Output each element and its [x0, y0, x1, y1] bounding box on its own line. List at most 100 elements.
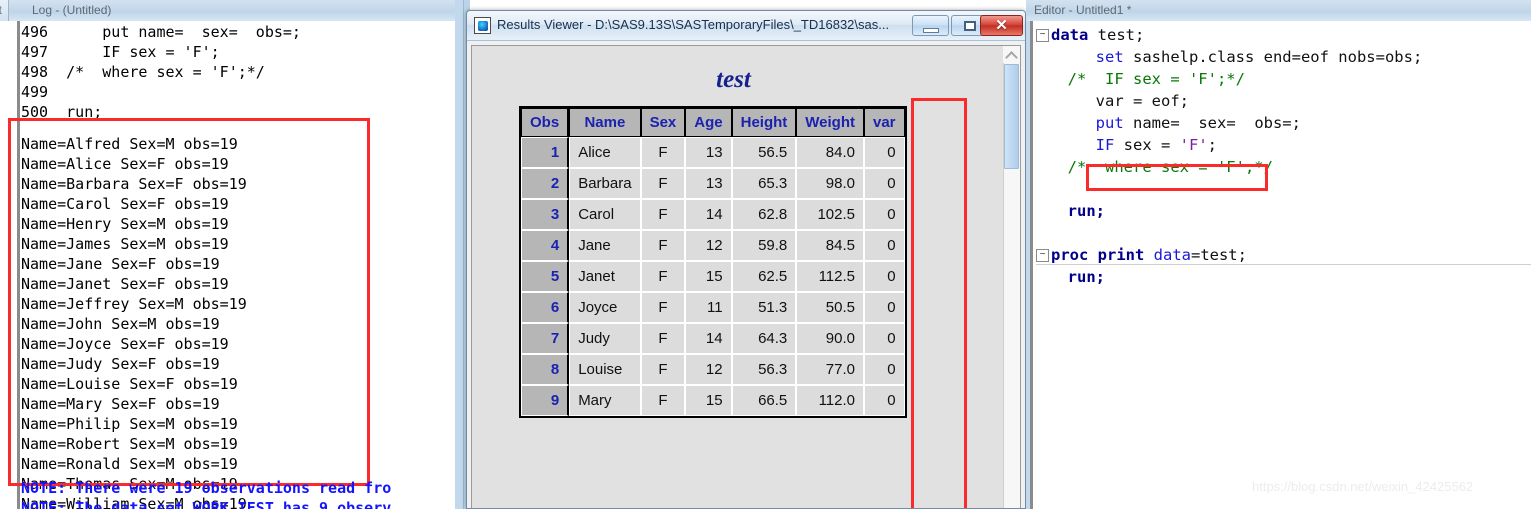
table-header-row: Obs Name Sex Age Height Weight var — [521, 108, 905, 137]
table-cell-height: 51.3 — [731, 292, 797, 323]
table-cell-age: 11 — [685, 292, 732, 323]
tab-editor-untitled1[interactable]: Editor - Untitled1 * — [1034, 3, 1131, 17]
editor-code-area[interactable]: − data test; set sashelp.class end=eof no… — [1036, 24, 1531, 509]
editor-code-line: run; — [1036, 200, 1531, 222]
results-table: Obs Name Sex Age Height Weight var 1 Alice F 13 56… — [519, 106, 907, 418]
results-viewer-title: Results Viewer - D:\SAS9.13S\SASTemporar… — [497, 17, 890, 32]
code-fold-toggle-icon[interactable]: − — [1036, 249, 1049, 262]
table-cell-weight: 112.5 — [796, 261, 864, 292]
table-cell-age: 14 — [685, 323, 732, 354]
table-cell-sex: F — [640, 230, 686, 261]
table-row: 2 Barbara F 13 65.3 98.0 0 — [521, 168, 905, 199]
table-cell-sex: F — [640, 323, 686, 354]
table-cell-obs: 1 — [521, 137, 570, 168]
editor-tab-strip: Editor - Untitled1 * — [1026, 0, 1531, 21]
table-row: 9 Mary F 15 66.5 112.0 0 — [521, 385, 905, 416]
table-cell-sex: F — [640, 354, 686, 385]
table-cell-var: 0 — [864, 168, 905, 199]
code-token: data — [1051, 26, 1089, 44]
table-row: 4 Jane F 12 59.8 84.5 0 — [521, 230, 905, 261]
table-cell-height: 56.5 — [731, 137, 797, 168]
table-cell-sex: F — [640, 292, 686, 323]
code-token: name= sex= obs=; — [1123, 114, 1301, 132]
application-icon — [474, 17, 491, 34]
code-token: proc print — [1051, 246, 1154, 264]
table-cell-name: Janet — [569, 261, 641, 292]
results-viewer-titlebar[interactable]: Results Viewer - D:\SAS9.13S\SASTemporar… — [467, 11, 1025, 41]
editor-code-line — [1036, 178, 1531, 200]
table-cell-name: Barbara — [569, 168, 641, 199]
vertical-scrollbar[interactable] — [1003, 46, 1020, 508]
table-cell-name: Louise — [569, 354, 641, 385]
close-icon: ✕ — [995, 17, 1008, 34]
table-cell-height: 59.8 — [731, 230, 797, 261]
table-cell-name: Joyce — [569, 292, 641, 323]
column-header-height: Height — [731, 108, 797, 137]
scrollbar-thumb[interactable] — [1004, 64, 1019, 169]
table-cell-name: Jane — [569, 230, 641, 261]
minimize-button[interactable] — [912, 15, 949, 36]
code-token: /* where sex = 'F';*/ — [1049, 158, 1273, 176]
table-cell-weight: 50.5 — [796, 292, 864, 323]
table-cell-weight: 84.0 — [796, 137, 864, 168]
column-header-name: Name — [569, 108, 641, 137]
editor-code-line: − proc print data=test; — [1036, 244, 1531, 266]
code-token: set — [1095, 48, 1124, 66]
table-cell-name: Judy — [569, 323, 641, 354]
table-cell-obs: 7 — [521, 323, 570, 354]
table-cell-age: 12 — [685, 230, 732, 261]
table-cell-name: Mary — [569, 385, 641, 416]
code-token: run; — [1067, 268, 1105, 286]
scroll-up-arrow-icon[interactable] — [1003, 46, 1020, 63]
code-token: test; — [1088, 26, 1145, 44]
table-row: 6 Joyce F 11 51.3 50.5 0 — [521, 292, 905, 323]
code-token: IF — [1095, 136, 1115, 154]
table-cell-age: 15 — [685, 385, 732, 416]
tab-log[interactable]: Log - (Untitled) — [22, 0, 121, 21]
editor-code-line: IF sex = 'F'; — [1036, 134, 1531, 156]
table-cell-var: 0 — [864, 354, 905, 385]
table-cell-var: 0 — [864, 323, 905, 354]
table-cell-height: 62.8 — [731, 199, 797, 230]
table-cell-age: 15 — [685, 261, 732, 292]
var-column-highlight-box — [911, 98, 967, 508]
log-note-lines: NOTE: There were 19 observations read fr… — [21, 479, 392, 509]
table-cell-age: 13 — [685, 137, 732, 168]
code-token: =test; — [1190, 246, 1247, 264]
table-cell-obs: 4 — [521, 230, 570, 261]
code-token: run; — [1067, 202, 1105, 220]
code-token: put — [1095, 114, 1124, 132]
table-cell-obs: 2 — [521, 168, 570, 199]
table-cell-var: 0 — [864, 385, 905, 416]
editor-separator-line — [1036, 264, 1531, 265]
table-cell-sex: F — [640, 385, 686, 416]
editor-code-line: set sashelp.class end=eof nobs=obs; — [1036, 46, 1531, 68]
report-title: test — [716, 66, 751, 93]
table-cell-weight: 98.0 — [796, 168, 864, 199]
editor-window: Editor - Untitled1 * − data test; set sas… — [1026, 0, 1531, 509]
tab-output[interactable]: ut — [0, 0, 10, 21]
code-fold-toggle-icon[interactable]: − — [1036, 29, 1049, 42]
editor-code-line — [1036, 222, 1531, 244]
table-cell-sex: F — [640, 261, 686, 292]
table-cell-age: 13 — [685, 168, 732, 199]
editor-code-line: put name= sex= obs=; — [1036, 112, 1531, 134]
column-header-weight: Weight — [796, 108, 864, 137]
table-row: 8 Louise F 12 56.3 77.0 0 — [521, 354, 905, 385]
close-button[interactable]: ✕ — [980, 15, 1023, 36]
code-token: sex = — [1114, 136, 1180, 154]
table-cell-height: 56.3 — [731, 354, 797, 385]
code-token: /* IF sex = 'F';*/ — [1049, 70, 1245, 88]
log-window: ut Log - (Untitled) 496 put name= sex= o… — [0, 0, 470, 509]
code-token: var = eof; — [1049, 92, 1189, 110]
table-cell-obs: 9 — [521, 385, 570, 416]
table-cell-obs: 3 — [521, 199, 570, 230]
table-cell-height: 64.3 — [731, 323, 797, 354]
table-cell-sex: F — [640, 137, 686, 168]
